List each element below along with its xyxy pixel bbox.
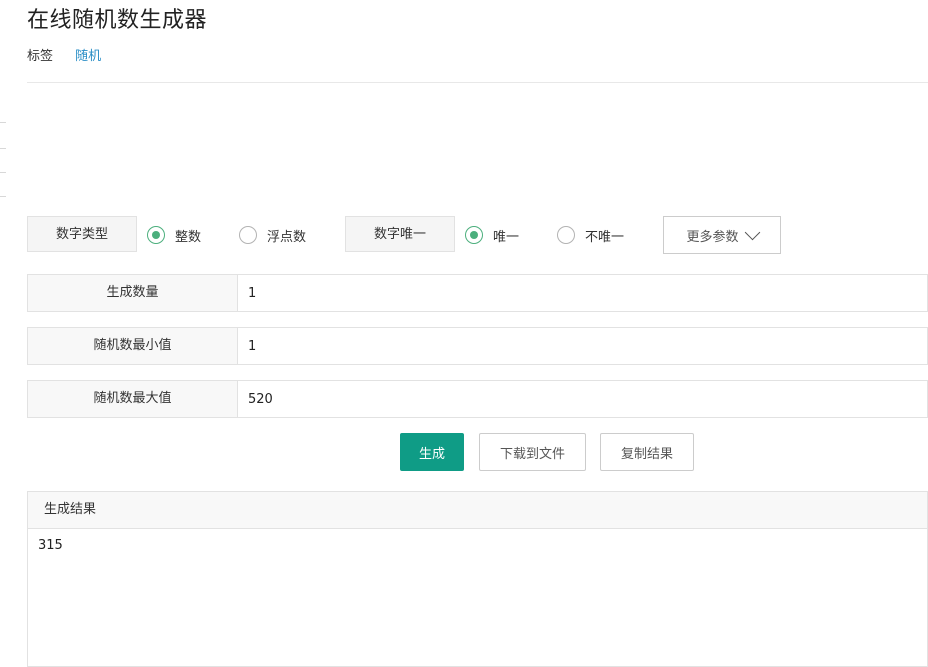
download-button[interactable]: 下载到文件	[479, 433, 586, 471]
more-params-label: 更多参数	[686, 229, 739, 245]
page-title: 在线随机数生成器	[27, 8, 208, 33]
left-gutter	[0, 0, 6, 667]
radio-integer[interactable]: 整数	[147, 224, 201, 246]
min-label: 随机数最小值	[28, 328, 238, 364]
number-type-label: 数字类型	[27, 216, 137, 252]
chevron-down-icon	[744, 224, 760, 240]
copy-result-button[interactable]: 复制结果	[600, 433, 694, 471]
radio-unchecked-icon	[557, 226, 575, 244]
max-row: 随机数最大值	[27, 380, 928, 418]
radio-checked-icon	[465, 226, 483, 244]
count-row: 生成数量	[27, 274, 928, 312]
radio-non-unique[interactable]: 不唯一	[557, 224, 624, 246]
max-label: 随机数最大值	[28, 381, 238, 417]
radio-non-unique-label: 不唯一	[585, 229, 625, 245]
min-row: 随机数最小值	[27, 327, 928, 365]
tag-label: 标签	[27, 49, 54, 64]
result-header: 生成结果	[28, 492, 927, 529]
page: 在线随机数生成器 标签 随机 数字类型 整数 浮点数 数字唯一 唯一 不唯一 更…	[0, 0, 928, 667]
tag-row: 标签 随机	[27, 45, 101, 64]
result-panel: 生成结果 315	[27, 491, 928, 667]
min-input[interactable]	[238, 328, 927, 364]
radio-float-label: 浮点数	[267, 229, 307, 245]
generate-button[interactable]: 生成	[400, 433, 464, 471]
unique-label: 数字唯一	[345, 216, 455, 252]
radio-checked-icon	[147, 226, 165, 244]
result-value[interactable]: 315	[28, 529, 927, 562]
count-input[interactable]	[238, 275, 927, 311]
divider	[27, 82, 928, 83]
more-params-button[interactable]: 更多参数	[663, 216, 781, 254]
tag-link-random[interactable]: 随机	[75, 49, 101, 64]
radio-integer-label: 整数	[175, 229, 202, 245]
max-input[interactable]	[238, 381, 927, 417]
radio-float[interactable]: 浮点数	[239, 224, 306, 246]
count-label: 生成数量	[28, 275, 238, 311]
radio-unique[interactable]: 唯一	[465, 224, 519, 246]
radio-unchecked-icon	[239, 226, 257, 244]
radio-unique-label: 唯一	[493, 229, 520, 245]
